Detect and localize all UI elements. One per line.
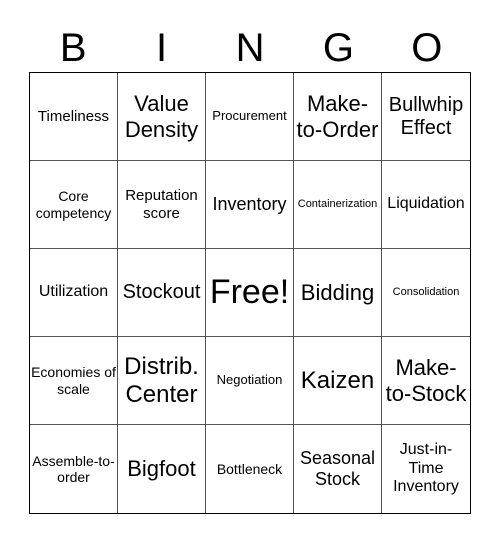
bingo-header: B I N G O bbox=[29, 24, 471, 72]
bingo-grid: Timeliness Value Density Procurement Mak… bbox=[29, 72, 471, 514]
bingo-cell[interactable]: Bidding bbox=[294, 249, 382, 337]
bingo-cell[interactable]: Economies of scale bbox=[30, 337, 118, 425]
free-space[interactable]: Free! bbox=[206, 249, 294, 337]
header-letter-b: B bbox=[59, 26, 87, 70]
header-letter-o: O bbox=[411, 26, 443, 70]
bingo-cell[interactable]: Negotiation bbox=[206, 337, 294, 425]
bingo-cell[interactable]: Liquidation bbox=[382, 161, 470, 249]
bingo-cell[interactable]: Stockout bbox=[118, 249, 206, 337]
bingo-cell[interactable]: Procurement bbox=[206, 73, 294, 161]
bingo-cell[interactable]: Bullwhip Effect bbox=[382, 73, 470, 161]
bingo-cell[interactable]: Bigfoot bbox=[118, 425, 206, 513]
bingo-cell[interactable]: Core competency bbox=[30, 161, 118, 249]
header-letter-i: I bbox=[156, 26, 168, 70]
bingo-cell[interactable]: Make-to-Order bbox=[294, 73, 382, 161]
bingo-cell[interactable]: Timeliness bbox=[30, 73, 118, 161]
bingo-cell[interactable]: Consolidation bbox=[382, 249, 470, 337]
bingo-cell[interactable]: Seasonal Stock bbox=[294, 425, 382, 513]
bingo-cell[interactable]: Containerization bbox=[294, 161, 382, 249]
bingo-cell[interactable]: Bottleneck bbox=[206, 425, 294, 513]
bingo-cell[interactable]: Inventory bbox=[206, 161, 294, 249]
bingo-cell[interactable]: Distrib. Center bbox=[118, 337, 206, 425]
bingo-cell[interactable]: Just-in-Time Inventory bbox=[382, 425, 470, 513]
header-letter-g: G bbox=[322, 26, 354, 70]
header-letter-n: N bbox=[235, 26, 265, 70]
bingo-cell[interactable]: Kaizen bbox=[294, 337, 382, 425]
bingo-cell[interactable]: Assemble-to-order bbox=[30, 425, 118, 513]
bingo-cell[interactable]: Utilization bbox=[30, 249, 118, 337]
bingo-cell[interactable]: Reputation score bbox=[118, 161, 206, 249]
bingo-cell[interactable]: Make-to-Stock bbox=[382, 337, 470, 425]
bingo-cell[interactable]: Value Density bbox=[118, 73, 206, 161]
